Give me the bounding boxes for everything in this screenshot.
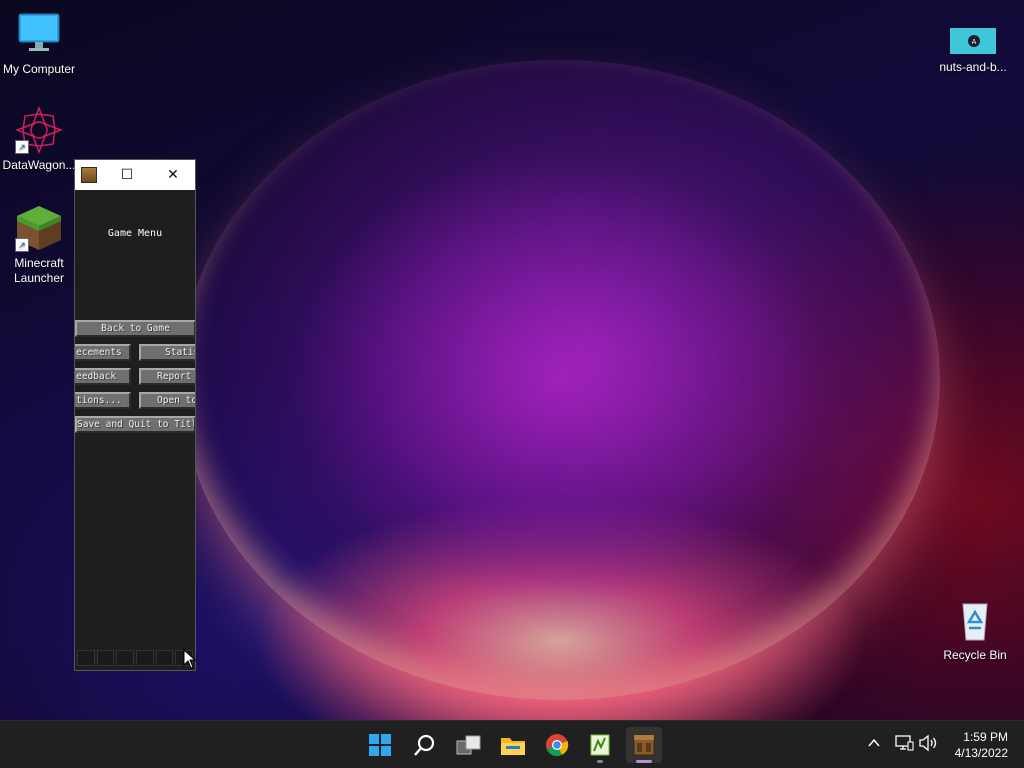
notepad-plus-icon: [590, 734, 610, 756]
minecraft-taskbar-button[interactable]: [626, 727, 662, 763]
window-titlebar[interactable]: ☐ ✕: [75, 160, 195, 190]
shortcut-arrow-icon: ↗: [15, 238, 29, 252]
give-feedback-button[interactable]: eedback: [75, 368, 131, 385]
minecraft-icon: [633, 734, 655, 756]
clock[interactable]: 1:59 PM 4/13/2022: [955, 729, 1008, 761]
task-view-icon: [456, 735, 481, 755]
clock-date: 4/13/2022: [954, 746, 1008, 760]
recycle-bin-icon: [951, 596, 999, 644]
desktop-icon-my-computer[interactable]: My Computer: [0, 10, 78, 77]
desktop-icon-nuts-and-bolts[interactable]: A nuts-and-b...: [934, 24, 1012, 75]
clock-time: 1:59 PM: [963, 730, 1008, 744]
game-menu-title: Game Menu: [107, 228, 163, 239]
start-button[interactable]: [362, 727, 398, 763]
chevron-up-icon: [868, 738, 880, 747]
statistics-button[interactable]: Statist: [139, 344, 195, 361]
hotbar-slot: [136, 650, 154, 666]
hotbar-slot: [77, 650, 95, 666]
network-button[interactable]: [894, 734, 914, 757]
minecraft-window[interactable]: ☐ ✕ Game Menu Back to Game ecements Stat…: [74, 159, 196, 671]
windows-start-icon: [369, 734, 391, 756]
monitor-icon: [15, 10, 63, 58]
desktop-icon-minecraft-launcher[interactable]: ↗ Minecraft Launcher: [0, 204, 78, 286]
wallpaper-orb: [180, 60, 940, 700]
speaker-icon: [919, 734, 937, 752]
maximize-button[interactable]: ☐: [107, 160, 147, 190]
notepad-plus-button[interactable]: [582, 727, 618, 763]
options-button[interactable]: tions...: [75, 392, 131, 409]
shortcut-arrow-icon: ↗: [15, 140, 29, 154]
desktop-wallpaper: My Computer ↗ DataWagon... ↗ Minecraft L…: [0, 0, 1024, 720]
hotbar-slot: [96, 650, 115, 666]
back-to-game-button[interactable]: Back to Game: [75, 320, 195, 337]
close-button[interactable]: ✕: [153, 160, 193, 190]
hotbar-slot: [116, 650, 135, 666]
report-bugs-button[interactable]: Report: [139, 368, 195, 385]
taskbar: 1:59 PM 4/13/2022: [0, 720, 1024, 768]
save-and-quit-button[interactable]: Save and Quit to Title: [75, 416, 195, 433]
search-icon: [414, 734, 435, 756]
task-view-button[interactable]: [451, 727, 487, 763]
app-active-indicator: [636, 760, 652, 763]
chrome-button[interactable]: [539, 727, 575, 763]
show-hidden-icons-button[interactable]: [866, 735, 882, 754]
file-explorer-button[interactable]: [495, 727, 531, 763]
hotbar: [77, 650, 194, 666]
desktop-icon-datawagon[interactable]: ↗ DataWagon...: [0, 105, 78, 173]
desktop-icon-recycle-bin[interactable]: Recycle Bin: [936, 596, 1014, 663]
minecraft-grass-block-icon: ↗: [15, 204, 63, 252]
hotbar-slot: [155, 650, 174, 666]
svg-text:A: A: [972, 38, 977, 46]
app-running-indicator: [597, 760, 603, 763]
file-explorer-icon: [501, 738, 525, 755]
search-button[interactable]: [407, 727, 443, 763]
volume-button[interactable]: [918, 734, 938, 757]
open-to-lan-button[interactable]: Open to: [139, 392, 195, 409]
network-icon: [895, 735, 914, 751]
advancements-button[interactable]: ecements: [75, 344, 131, 361]
datawagon-icon: ↗: [14, 105, 64, 155]
minecraft-crafting-table-icon: [81, 167, 97, 183]
chrome-icon: [546, 734, 569, 757]
image-file-icon: A: [950, 24, 996, 56]
